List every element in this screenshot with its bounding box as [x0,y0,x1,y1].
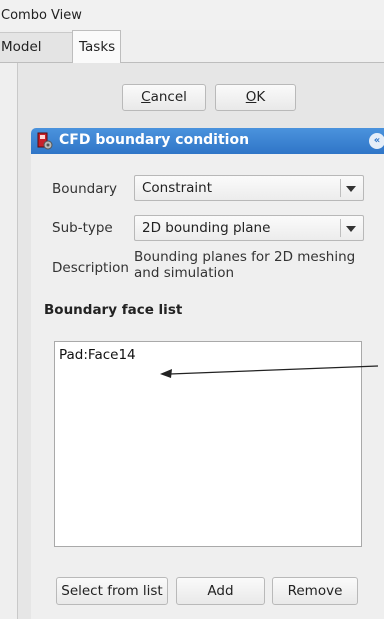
combo-separator [340,179,341,197]
boundary-face-list[interactable]: Pad:Face14 [54,341,362,547]
ok-button[interactable]: OK [215,84,296,111]
cancel-button[interactable]: Cancel [122,84,206,111]
tab-model[interactable]: Model [0,32,73,62]
boundary-label: Boundary [52,181,118,197]
combo-separator [340,219,341,237]
task-panel-header[interactable]: CFD boundary condition « [31,128,384,154]
list-item[interactable]: Pad:Face14 [59,347,136,363]
combo-view-window: Combo View Model Tasks Cancel OK CFD bou… [0,0,384,619]
remove-button[interactable]: Remove [272,577,358,605]
combo-view-header: Combo View [0,0,384,30]
chevron-down-icon [346,226,356,232]
add-button[interactable]: Add [176,577,265,605]
collapse-icon[interactable]: « [369,133,384,149]
subtype-select-value: 2D bounding plane [142,220,271,236]
cancel-label-rest: ancel [150,89,187,105]
cfd-boundary-icon [37,132,53,150]
boundary-select-value: Constraint [142,180,212,196]
tab-tasks[interactable]: Tasks [72,30,121,63]
tab-bar: Model Tasks [0,30,384,63]
combo-view-title: Combo View [1,8,82,23]
chevron-down-icon [346,186,356,192]
task-panel-title: CFD boundary condition [59,132,250,148]
ok-mnemonic: O [245,89,257,105]
description-text: Bounding planes for 2D meshing and simul… [134,249,356,281]
subtype-select[interactable]: 2D bounding plane [134,215,364,241]
select-from-list-button[interactable]: Select from list [56,577,168,605]
tab-tasks-label: Tasks [79,39,116,55]
cancel-mnemonic: C [141,89,151,105]
tab-model-label: Model [1,39,42,55]
subtype-label: Sub-type [52,220,113,236]
boundary-select[interactable]: Constraint [134,175,364,201]
description-label: Description [52,260,129,276]
boundary-face-list-title: Boundary face list [44,302,183,318]
ok-label-rest: K [256,89,266,105]
